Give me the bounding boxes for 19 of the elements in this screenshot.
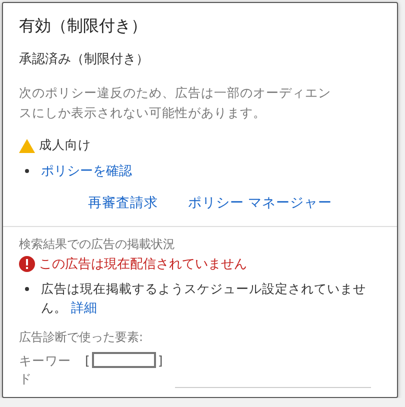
- diagnosis-heading: 広告診断で使った要素:: [19, 329, 144, 346]
- approval-status: 承認済み（制限付き）: [19, 51, 150, 69]
- bullet-dot: [25, 287, 29, 291]
- field-label: キーワード: [19, 352, 72, 388]
- bullet-dot: [25, 169, 29, 173]
- action-link[interactable]: 再審査請求: [88, 194, 158, 212]
- popup-title: 有効（制限付き）: [19, 15, 148, 37]
- error-message: この広告は現在配信されていません: [39, 256, 247, 273]
- warning-icon: [19, 138, 35, 152]
- details-link[interactable]: 詳細: [70, 301, 97, 316]
- policy-link[interactable]: ポリシーを確認: [41, 162, 132, 180]
- error-icon: [19, 256, 35, 272]
- reason-text: 広告は現在掲載するようスケジュール設定されていません。 詳細: [41, 280, 367, 318]
- violation-label: 成人向け: [39, 137, 91, 154]
- section-heading: 検索結果での広告の掲載状況: [19, 236, 176, 253]
- description-text: 次のポリシー違反のため、広告は一部のオーディエンスにしか表示されない可能性があります。: [19, 84, 332, 122]
- bracket-mark: ]: [158, 352, 163, 368]
- action-link[interactable]: ポリシー マネージャー: [188, 194, 332, 212]
- bracket-mark: [: [85, 352, 90, 368]
